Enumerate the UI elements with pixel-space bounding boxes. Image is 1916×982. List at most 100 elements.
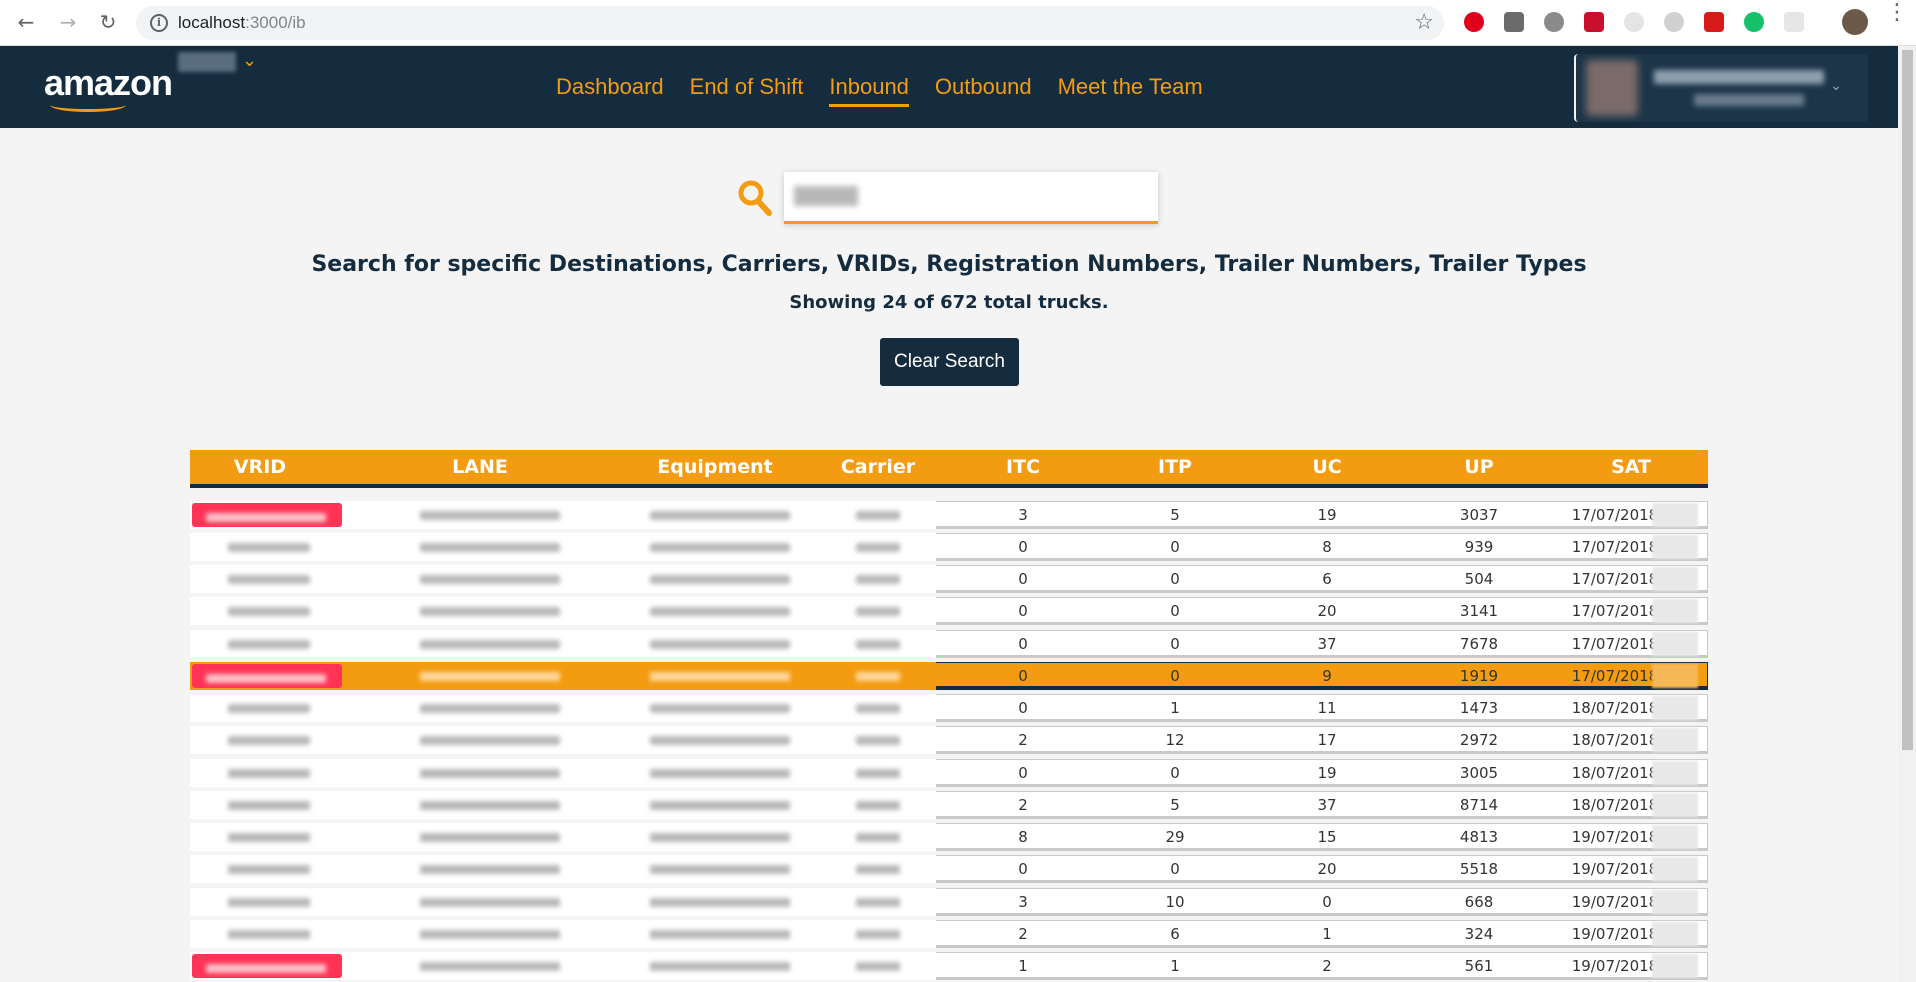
vrid-redacted[interactable] <box>228 640 310 649</box>
column-header-vrid[interactable]: VRID <box>220 456 300 478</box>
nav-meet-the-team[interactable]: Meet the Team <box>1058 74 1203 107</box>
column-header-sat[interactable]: SAT <box>1586 456 1676 478</box>
back-arrow-icon[interactable]: ← <box>14 10 38 34</box>
equipment-redacted <box>650 607 790 616</box>
table-row[interactable]: 2 6 1 324 19/07/2018 <box>190 920 1708 948</box>
cell-uc: 1 <box>1322 925 1332 943</box>
cors-extension-icon[interactable] <box>1704 12 1724 32</box>
table-row[interactable]: 8 29 15 4813 19/07/2018 <box>190 823 1708 851</box>
lane-redacted <box>420 930 560 939</box>
bookmark-star-icon[interactable]: ☆ <box>1414 10 1434 35</box>
chrome-menu-icon[interactable]: ⋮ <box>1886 2 1908 24</box>
cell-uc: 2 <box>1322 957 1332 975</box>
vrid-redacted[interactable] <box>228 543 310 552</box>
table-row[interactable]: 0 0 8 939 17/07/2018 <box>190 533 1708 561</box>
equipment-redacted <box>650 801 790 810</box>
vrid-flag-badge[interactable] <box>192 954 342 978</box>
browser-toolbar: ← → ↻ i localhost:3000/ib ☆ ⋮ <box>0 0 1916 46</box>
site-selector[interactable] <box>178 52 236 72</box>
nav-end-of-shift[interactable]: End of Shift <box>690 74 804 107</box>
circle-extension-icon[interactable] <box>1664 12 1684 32</box>
vrid-redacted[interactable] <box>228 736 310 745</box>
chevron-down-icon[interactable]: ⌄ <box>242 50 257 71</box>
column-header-carrier[interactable]: Carrier <box>828 456 928 478</box>
scrollbar-thumb[interactable] <box>1902 50 1913 750</box>
vrid-redacted[interactable] <box>228 833 310 842</box>
cell-itp: 0 <box>1170 602 1180 620</box>
cell-uc: 8 <box>1322 538 1332 556</box>
table-row[interactable]: 0 0 37 7678 17/07/2018 <box>190 630 1708 658</box>
clear-search-button[interactable]: Clear Search <box>880 338 1019 386</box>
table-row[interactable]: 0 0 9 1919 17/07/2018 <box>190 662 1708 690</box>
link-extension-icon[interactable] <box>1784 12 1804 32</box>
reload-icon[interactable]: ↻ <box>96 10 120 34</box>
url-text[interactable]: localhost:3000/ib <box>178 13 306 33</box>
vrid-redacted[interactable] <box>228 801 310 810</box>
time-redacted <box>1652 857 1698 881</box>
profile-role-redacted <box>1694 94 1804 106</box>
lane-redacted <box>420 801 560 810</box>
lane-redacted <box>420 543 560 552</box>
column-header-itc[interactable]: ITC <box>978 456 1068 478</box>
column-header-uc[interactable]: UC <box>1282 456 1372 478</box>
settings-extension-icon[interactable] <box>1544 12 1564 32</box>
table-row[interactable]: 3 5 19 3037 17/07/2018 <box>190 501 1708 529</box>
lane-redacted <box>420 898 560 907</box>
column-header-up[interactable]: UP <box>1434 456 1524 478</box>
carrier-redacted <box>856 833 900 842</box>
table-row[interactable]: 0 0 6 504 17/07/2018 <box>190 565 1708 593</box>
nav-dashboard[interactable]: Dashboard <box>556 74 664 107</box>
gray-extension-icon[interactable] <box>1624 12 1644 32</box>
user-avatar-icon[interactable] <box>1842 9 1868 35</box>
table-row[interactable]: 1 1 2 561 19/07/2018 <box>190 952 1708 980</box>
carrier-redacted <box>856 898 900 907</box>
carrier-redacted <box>856 511 900 520</box>
carrier-redacted <box>856 930 900 939</box>
red-extension-icon[interactable] <box>1584 12 1604 32</box>
cb-extension-icon[interactable] <box>1504 12 1524 32</box>
table-row[interactable]: 0 0 20 3141 17/07/2018 <box>190 597 1708 625</box>
vrid-redacted[interactable] <box>228 865 310 874</box>
profile-menu[interactable]: ⌄ <box>1574 54 1868 122</box>
vrid-redacted[interactable] <box>228 930 310 939</box>
vrid-redacted[interactable] <box>228 704 310 713</box>
time-redacted <box>1652 890 1698 914</box>
table-row[interactable]: 2 12 17 2972 18/07/2018 <box>190 726 1708 754</box>
table-row[interactable]: 3 10 0 668 19/07/2018 <box>190 888 1708 916</box>
cell-itp: 1 <box>1170 957 1180 975</box>
opera-extension-icon[interactable] <box>1464 12 1484 32</box>
column-header-lane[interactable]: LANE <box>430 456 530 478</box>
cell-itc: 0 <box>1018 860 1028 878</box>
table-row[interactable]: 0 0 20 5518 19/07/2018 <box>190 855 1708 883</box>
chevron-down-icon[interactable]: ⌄ <box>1830 78 1842 94</box>
forward-arrow-icon[interactable]: → <box>56 10 80 34</box>
grammarly-extension-icon[interactable] <box>1744 12 1764 32</box>
vrid-redacted[interactable] <box>228 769 310 778</box>
vrid-redacted[interactable] <box>228 607 310 616</box>
cell-itc: 0 <box>1018 538 1028 556</box>
page-scrollbar[interactable] <box>1898 46 1916 982</box>
column-header-equipment[interactable]: Equipment <box>640 456 790 478</box>
info-icon[interactable]: i <box>150 14 168 32</box>
nav-outbound[interactable]: Outbound <box>935 74 1032 107</box>
carrier-redacted <box>856 640 900 649</box>
cell-uc: 19 <box>1317 764 1337 782</box>
time-redacted <box>1652 535 1698 559</box>
table-row[interactable]: 0 0 19 3005 18/07/2018 <box>190 759 1708 787</box>
column-header-itp[interactable]: ITP <box>1130 456 1220 478</box>
vrid-flag-badge[interactable] <box>192 664 342 688</box>
address-bar[interactable]: i localhost:3000/ib ☆ <box>136 6 1444 40</box>
nav-inbound[interactable]: Inbound <box>829 74 909 107</box>
equipment-redacted <box>650 704 790 713</box>
cell-itp: 10 <box>1165 893 1185 911</box>
vrid-redacted[interactable] <box>228 898 310 907</box>
table-row[interactable]: 2 5 37 8714 18/07/2018 <box>190 791 1708 819</box>
table-row[interactable]: 0 1 11 1473 18/07/2018 <box>190 694 1708 722</box>
cell-uc: 11 <box>1317 699 1337 717</box>
equipment-redacted <box>650 736 790 745</box>
vrid-redacted[interactable] <box>228 575 310 584</box>
cell-up: 561 <box>1464 957 1494 975</box>
equipment-redacted <box>650 865 790 874</box>
vrid-flag-badge[interactable] <box>192 503 342 527</box>
cell-sat: 17/07/2018 <box>1571 570 1659 588</box>
